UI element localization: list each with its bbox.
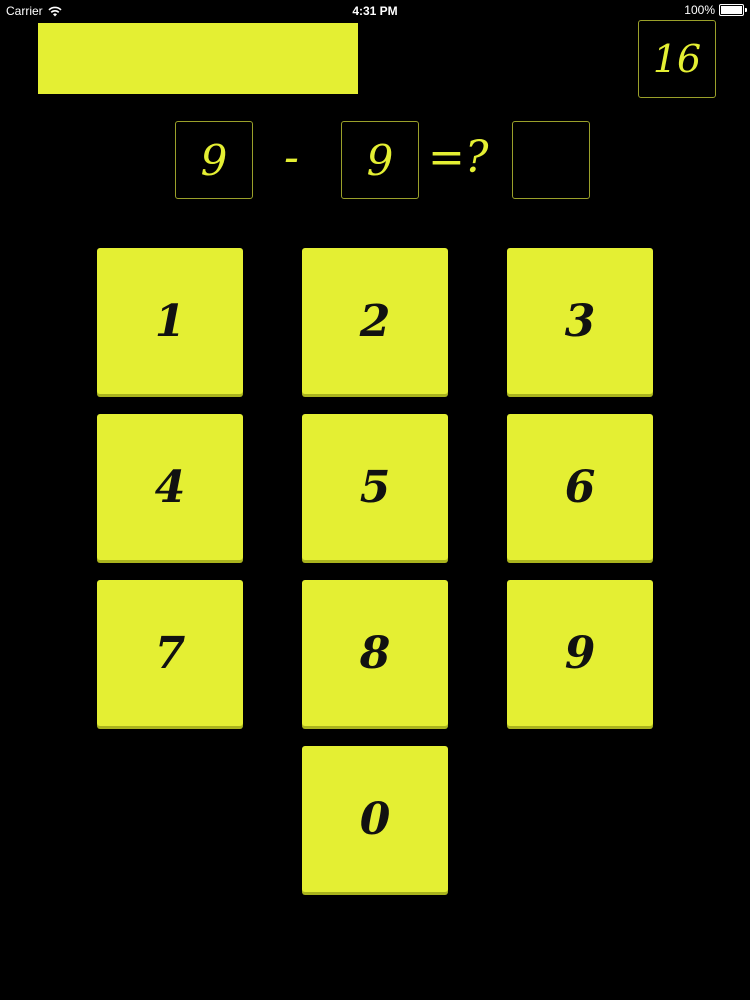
clock: 4:31 PM [352,4,398,18]
progress-bar [38,23,358,94]
key-label: 9 [564,627,596,679]
right-operand-box: 9 [341,121,419,199]
answer-box[interactable] [512,121,590,199]
key-2[interactable]: 2 [302,248,448,394]
key-6[interactable]: 6 [507,414,653,560]
key-7[interactable]: 7 [97,580,243,726]
status-bar: Carrier 4:31 PM 100% [0,0,750,22]
operator: - [284,132,299,183]
key-0[interactable]: 0 [302,746,448,892]
progress-bar-fill [38,23,358,94]
equals-question: =? [428,132,489,183]
key-label: 1 [154,295,186,347]
key-label: 8 [359,627,391,679]
key-label: 0 [359,793,391,845]
score-box: 16 [638,20,716,98]
key-label: 7 [154,627,186,679]
score-value: 16 [652,37,702,81]
right-operand: 9 [366,135,394,185]
battery-icon [719,4,747,16]
key-9[interactable]: 9 [507,580,653,726]
key-label: 4 [154,461,186,513]
key-1[interactable]: 1 [97,248,243,394]
key-5[interactable]: 5 [302,414,448,560]
key-label: 5 [359,461,391,513]
key-8[interactable]: 8 [302,580,448,726]
key-label: 2 [359,295,391,347]
left-operand-box: 9 [175,121,253,199]
key-3[interactable]: 3 [507,248,653,394]
key-4[interactable]: 4 [97,414,243,560]
left-operand: 9 [200,135,228,185]
status-bar-right: 100% [684,3,747,17]
key-label: 6 [564,461,596,513]
key-label: 3 [564,295,596,347]
battery-percent: 100% [684,3,715,17]
